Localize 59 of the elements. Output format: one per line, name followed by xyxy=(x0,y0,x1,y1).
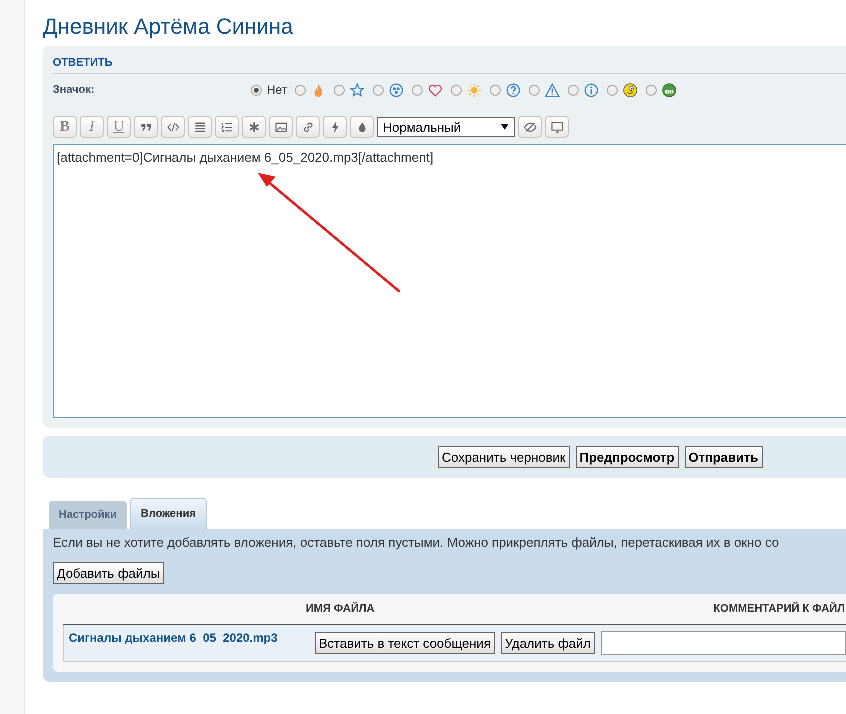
radio-button[interactable] xyxy=(568,84,580,96)
submit-button[interactable]: Отправить xyxy=(684,446,762,468)
caret-icon xyxy=(501,124,509,130)
numbered-list-icon xyxy=(220,120,234,134)
eye-slash-button[interactable] xyxy=(518,116,542,138)
insert-button[interactable]: Вставить в текст сообщения xyxy=(315,632,495,654)
radio-button[interactable] xyxy=(607,84,618,96)
quote-button[interactable] xyxy=(134,116,158,138)
image-icon xyxy=(274,120,288,134)
grin-icon xyxy=(662,82,678,98)
monitor-button[interactable] xyxy=(545,116,569,138)
monitor-icon xyxy=(550,120,564,134)
heart-icon xyxy=(428,82,444,98)
asterisk-button[interactable] xyxy=(242,116,266,138)
link-button[interactable] xyxy=(296,116,320,138)
radio-button[interactable] xyxy=(490,84,502,96)
radiation-icon xyxy=(389,82,404,98)
list-icon xyxy=(194,120,206,134)
draft-button[interactable]: Сохранить черновик xyxy=(438,446,570,468)
image-button[interactable] xyxy=(269,116,293,138)
lightning-button[interactable] xyxy=(323,116,347,138)
radio-button[interactable] xyxy=(412,84,424,96)
numbered-list-button[interactable] xyxy=(215,116,239,138)
code-button[interactable] xyxy=(161,116,185,138)
message-field[interactable]: [attachment=0]Сигналы дыханием 6_05_2020.mp3[/attachment] xyxy=(53,144,846,418)
link-icon xyxy=(302,120,314,134)
add-files-button[interactable]: Добавить файлы xyxy=(53,562,164,584)
attachments-hint: Если вы не хотите добавлять вложения, оставьте поля пустыми. Можно прикреплять файлы, перетаскивая их в окно со xyxy=(53,535,780,550)
drop-button[interactable] xyxy=(350,116,374,138)
file-link[interactable]: Сигналы дыханием 6_05_2020.mp3 xyxy=(69,631,309,645)
page-title: Дневник Артёма Синина xyxy=(43,14,294,40)
radio-button[interactable] xyxy=(529,84,540,96)
info-icon xyxy=(584,82,600,98)
warning-icon xyxy=(545,82,560,98)
option-label: Нет xyxy=(267,83,288,97)
radio-button[interactable] xyxy=(451,84,462,96)
eye-slash-icon xyxy=(524,120,536,134)
column-header: ИМЯ ФАЙЛА xyxy=(306,603,375,615)
font-size-select[interactable]: Нормальный xyxy=(377,117,515,137)
comment-field[interactable] xyxy=(601,631,846,655)
delete-button[interactable]: Удалить файл xyxy=(500,632,596,654)
tab[interactable]: Настройки xyxy=(49,501,128,529)
star-icon xyxy=(350,82,366,98)
question-icon xyxy=(506,82,522,98)
radio-button[interactable] xyxy=(646,84,658,96)
column-header: КОММЕНТАРИЙ К ФАЙЛ xyxy=(714,603,846,615)
code-icon xyxy=(166,120,180,134)
radio-button[interactable] xyxy=(295,84,306,96)
list-button[interactable] xyxy=(188,116,212,138)
smiley-icon xyxy=(623,82,638,98)
section-heading: ОТВЕТИТЬ xyxy=(53,54,846,74)
asterisk-icon xyxy=(248,120,260,134)
submit-button[interactable]: Предпросмотр xyxy=(576,446,679,468)
radio-button[interactable] xyxy=(251,84,262,96)
radio-button[interactable] xyxy=(334,84,346,96)
radio-button[interactable] xyxy=(373,84,384,96)
tab[interactable]: Вложения xyxy=(130,498,208,529)
icon-label: Значок: xyxy=(53,84,96,96)
sun-icon xyxy=(467,82,482,98)
